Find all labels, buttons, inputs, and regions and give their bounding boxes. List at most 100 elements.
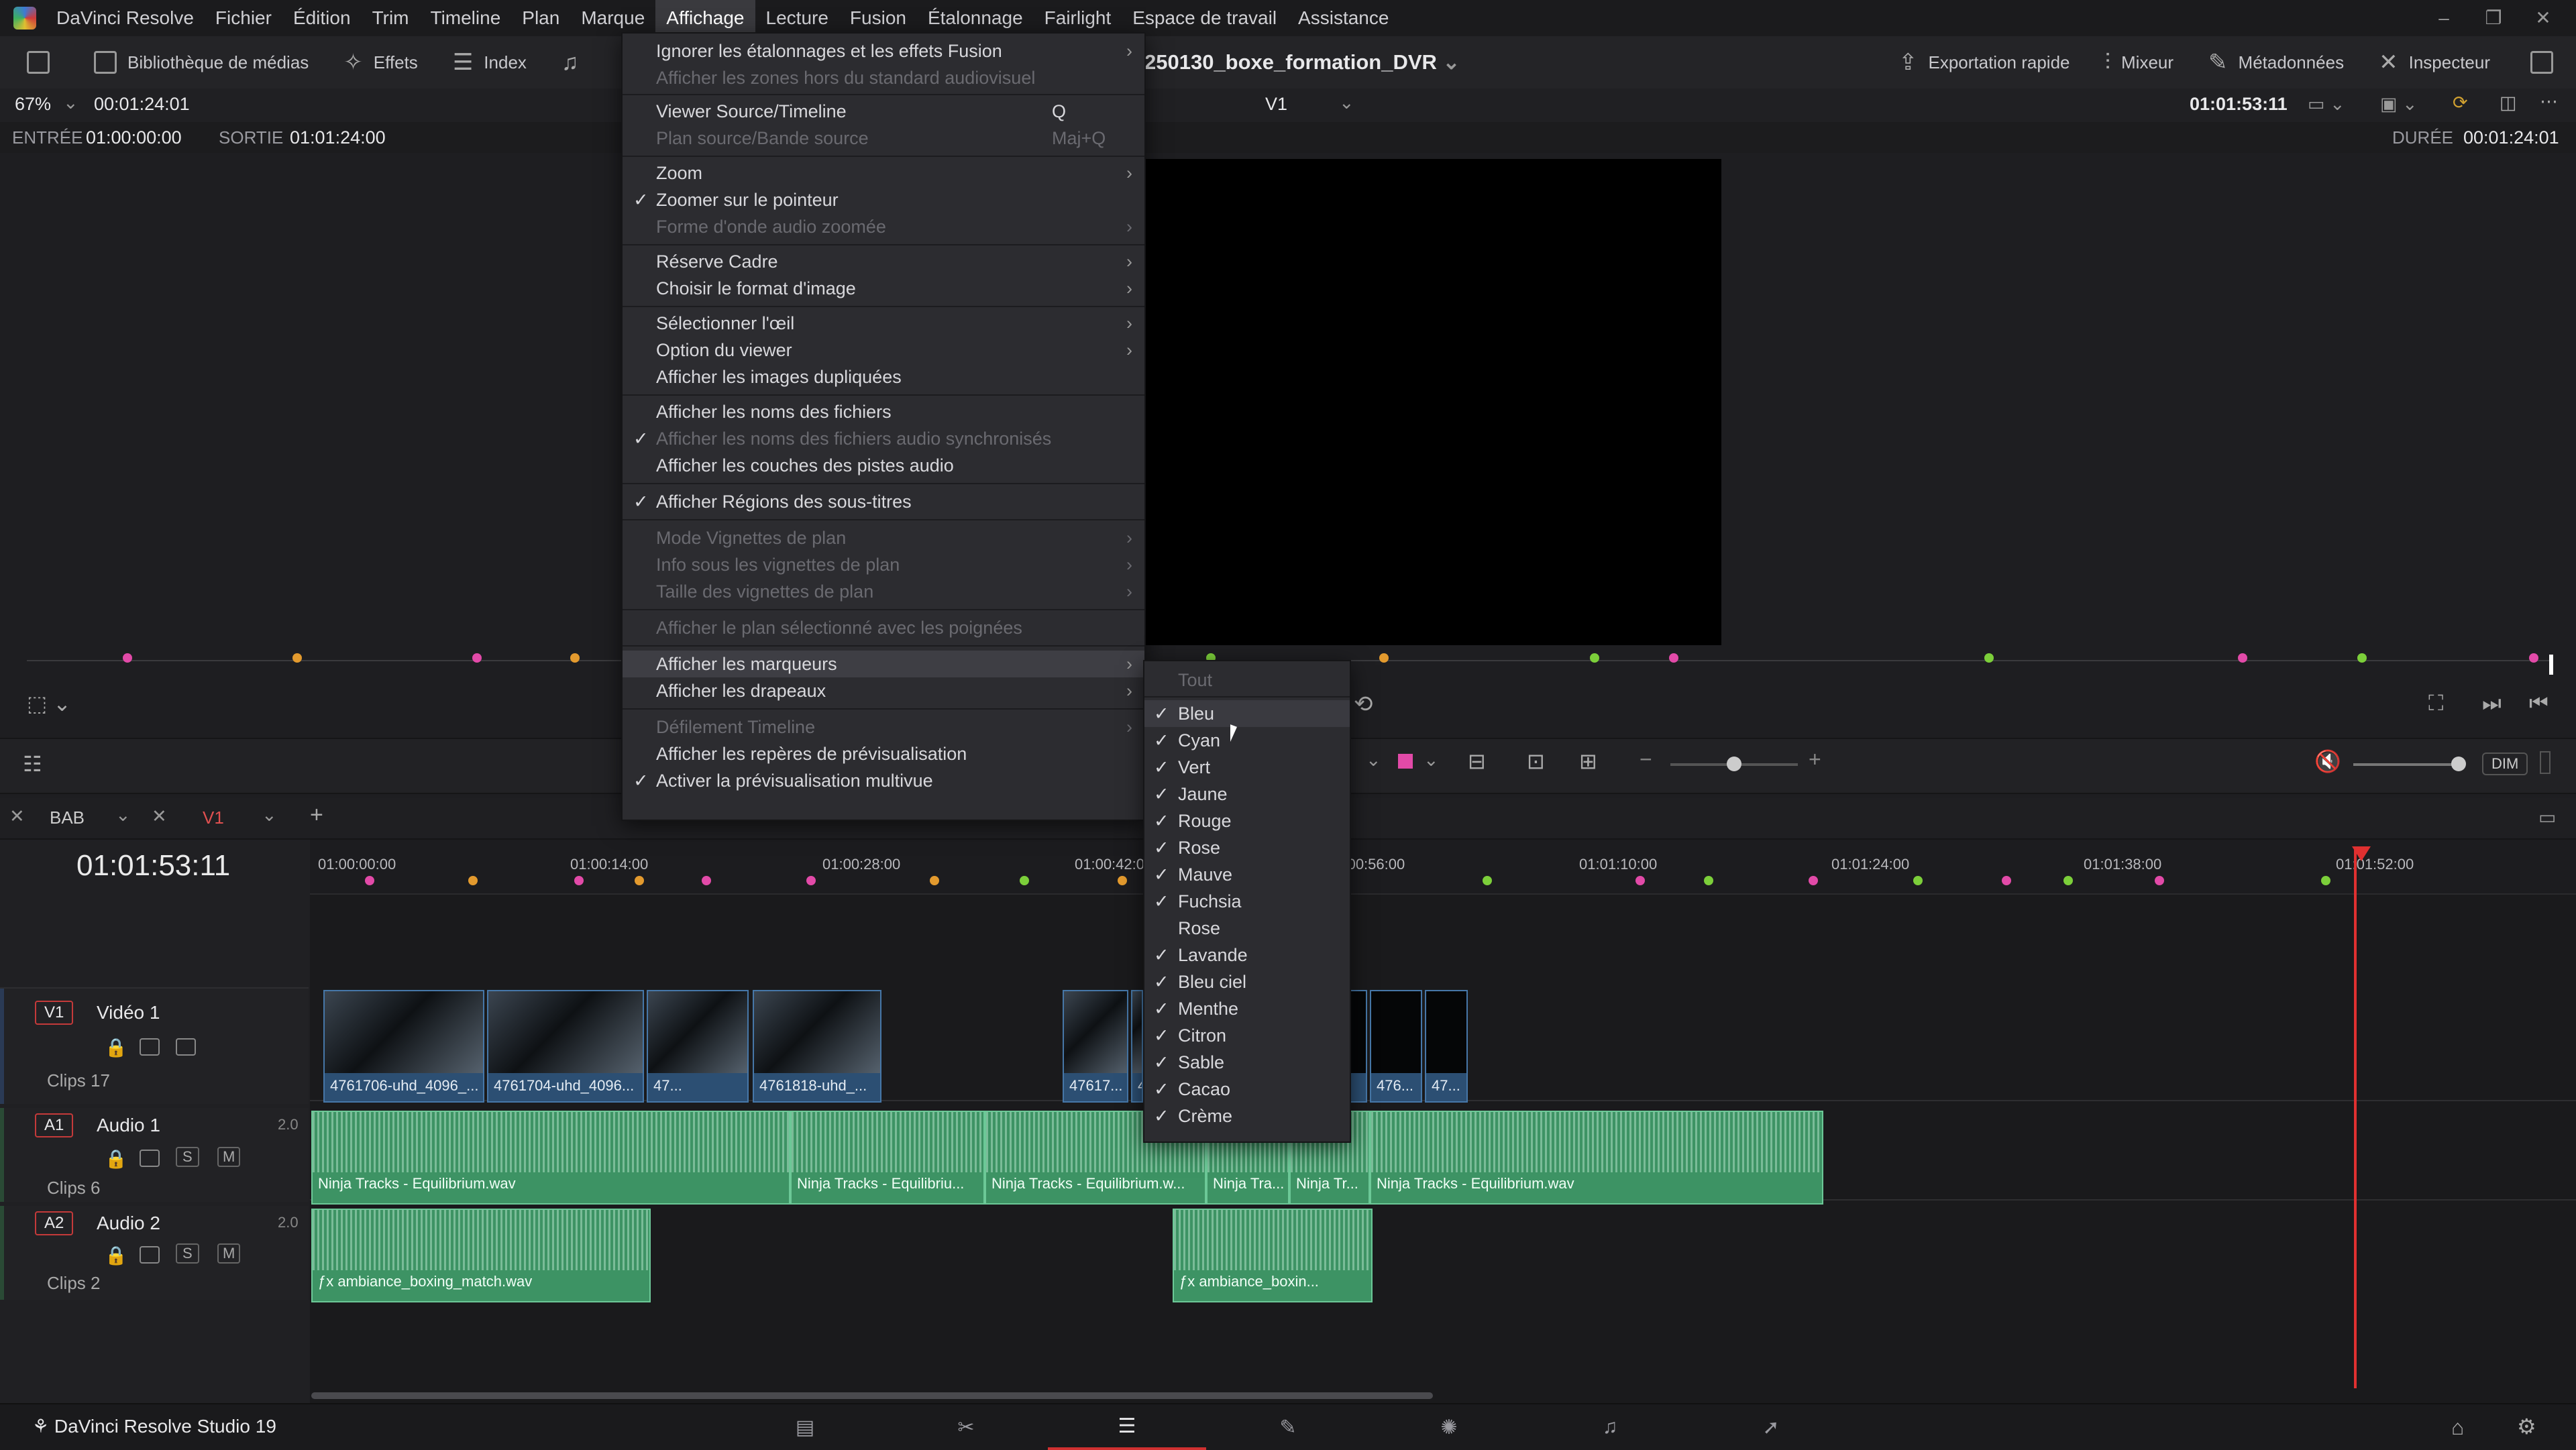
dual-viewer-icon[interactable]: ◫ [2500,93,2517,113]
zoom-custom-icon[interactable]: ⊞ [1579,748,1597,774]
track-id-a1[interactable]: A1 [35,1113,74,1137]
quick-export-button[interactable]: ⇪ Exportation rapide [1881,36,2088,89]
submenu-item-rose-2[interactable]: Rose [1144,915,1350,942]
marker-pink[interactable] [123,653,132,663]
timeline-view-icon[interactable]: ▭ [2538,806,2556,828]
marker-green[interactable] [1590,653,1599,663]
marker-orange[interactable] [292,653,302,663]
volume-slider[interactable] [2353,763,2461,766]
submenu-item-cacao[interactable]: ✓ Cacao [1144,1076,1350,1103]
menu-item-viewer-source-timeline[interactable]: Viewer Source/Timeline Q [623,98,1144,125]
timeline-scrollbar[interactable] [311,1392,1433,1399]
menu-plan[interactable]: Plan [511,0,570,36]
lock-icon[interactable]: 🔒 [105,1148,127,1170]
loop-playback-icon[interactable]: ⟲ [1354,691,1373,718]
chevron-down-icon[interactable]: ⌄ [1424,750,1439,771]
fairlight-page-icon[interactable]: ♫ [1531,1404,1689,1450]
zoom-in-icon[interactable]: + [1809,747,1821,772]
marker-green[interactable] [1704,876,1713,885]
minimize-icon[interactable]: – [2434,8,2454,28]
audio-clip[interactable]: Ninja Tracks - Equilibrium.wav [311,1111,790,1205]
menu-item-afficher-marqueurs[interactable]: Afficher les marqueurs › [623,651,1144,677]
add-tab-icon[interactable]: + [310,802,323,828]
submenu-item-bleu[interactable]: ✓ Bleu [1144,700,1350,727]
viewer-mode-icon[interactable]: ▣ ⌄ [2380,94,2418,115]
fullscreen-button[interactable] [2508,36,2576,89]
prev-edit-icon[interactable]: ⏮ [2529,691,2548,716]
timeline-tab-v1[interactable]: V1 [203,807,224,828]
menu-item-zoom[interactable]: Zoom › [623,160,1144,186]
marker-pink[interactable] [1635,876,1645,885]
marker-green[interactable] [2063,876,2073,885]
color-page-icon[interactable]: ✺ [1370,1404,1528,1450]
audio-clip[interactable]: ƒx ambiance_boxin... [1173,1209,1373,1302]
bin-name[interactable]: BAB [50,807,85,828]
marker-pink[interactable] [2529,653,2538,663]
mute-button[interactable]: M [217,1147,241,1167]
viewer-track[interactable]: V1 [1265,94,1287,115]
track-id-a2[interactable]: A2 [35,1211,74,1235]
media-pool-button[interactable]: Bibliothèque de médias [76,36,326,89]
home-icon[interactable]: ⌂ [2451,1415,2464,1440]
marker-green[interactable] [2321,876,2330,885]
submenu-item-creme[interactable]: ✓ Crème [1144,1103,1350,1129]
track-header-v1[interactable]: V1 Vidéo 1 🔒 Clips 17 [0,989,309,1104]
zoom-chevron-icon[interactable]: ⌄ [63,93,78,113]
menu-item-regions-sous-titres[interactable]: ✓ Afficher Régions des sous-titres [623,488,1144,515]
marker-orange[interactable] [930,876,939,885]
video-clip[interactable]: 47... [1425,990,1468,1103]
track-header-a2[interactable]: A2 Audio 2 2.0 🔒 S M Clips 2 [0,1206,309,1300]
close-bin-icon[interactable]: ✕ [9,806,25,827]
mute-button[interactable]: M [217,1243,241,1264]
marker-green[interactable] [2357,653,2367,663]
mixer-button[interactable]: ⫶ Mixeur [2088,36,2192,89]
bin-chevron-icon[interactable]: ⌄ [115,805,131,826]
dim-button[interactable]: DIM [2482,752,2528,775]
menu-edition[interactable]: Édition [282,0,362,36]
zoom-slider-handle[interactable] [1727,757,1741,771]
marker-green[interactable] [1984,653,1994,663]
metadata-button[interactable]: ✎ Métadonnées [2191,36,2361,89]
marker-pink[interactable] [2002,876,2011,885]
menu-item-format-image[interactable]: Choisir le format d'image › [623,275,1144,302]
submenu-item-citron[interactable]: ✓ Citron [1144,1022,1350,1049]
menu-item-couches-pistes-audio[interactable]: Afficher les couches des pistes audio [623,452,1144,479]
marker-orange[interactable] [570,653,580,663]
marker-pink[interactable] [1809,876,1818,885]
match-frame-icon[interactable]: ⛶ [2428,691,2443,716]
marker-pink[interactable] [702,876,711,885]
marker-orange[interactable] [1118,876,1127,885]
marker-pink[interactable] [472,653,482,663]
loop-icon[interactable]: ⟳ [2453,93,2468,113]
submenu-item-sable[interactable]: ✓ Sable [1144,1049,1350,1076]
menu-espace-de-travail[interactable]: Espace de travail [1122,0,1287,36]
submenu-item-cyan[interactable]: ✓ Cyan [1144,727,1350,754]
video-clip[interactable]: 476... [1370,990,1422,1103]
close-tab-icon[interactable]: ✕ [152,806,167,827]
viewer-layout-icon[interactable]: ▭ ⌄ [2308,94,2345,115]
marker-orange[interactable] [635,876,644,885]
submenu-item-mauve[interactable]: ✓ Mauve [1144,861,1350,888]
auto-select-icon[interactable] [140,1038,160,1056]
marker-pink[interactable] [2155,876,2164,885]
track-id-v1[interactable]: V1 [35,1001,74,1025]
menu-item-selectionner-oeil[interactable]: Sélectionner l'œil › [623,310,1144,337]
playhead-line[interactable] [2354,846,2357,1388]
marker-pink[interactable] [806,876,816,885]
menu-etalonnage[interactable]: Étalonnage [917,0,1034,36]
menu-item-option-viewer[interactable]: Option du viewer › [623,337,1144,364]
menu-item-reserve-cadre[interactable]: Réserve Cadre › [623,248,1144,275]
track-header-a1[interactable]: A1 Audio 1 2.0 🔒 S M Clips 6 [0,1108,309,1202]
settings-gear-icon[interactable]: ⚙ [2517,1414,2536,1439]
submenu-item-bleu-ciel[interactable]: ✓ Bleu ciel [1144,968,1350,995]
sound-library-button[interactable]: ♫ [544,36,596,89]
auto-select-icon[interactable] [140,1150,160,1167]
audio-clip[interactable]: ƒx ambiance_boxing_match.wav [311,1209,651,1302]
viewer-zoom[interactable]: 67% [15,94,51,115]
marker-orange[interactable] [468,876,478,885]
menu-item-afficher-drapeaux[interactable]: Afficher les drapeaux › [623,677,1144,704]
marker-green[interactable] [1020,876,1029,885]
auto-select-icon[interactable] [140,1246,160,1264]
menu-item-ignorer-etalonnages[interactable]: Ignorer les étalonnages et les effets Fu… [623,38,1144,64]
marker-pink-icon[interactable] [1398,754,1413,769]
